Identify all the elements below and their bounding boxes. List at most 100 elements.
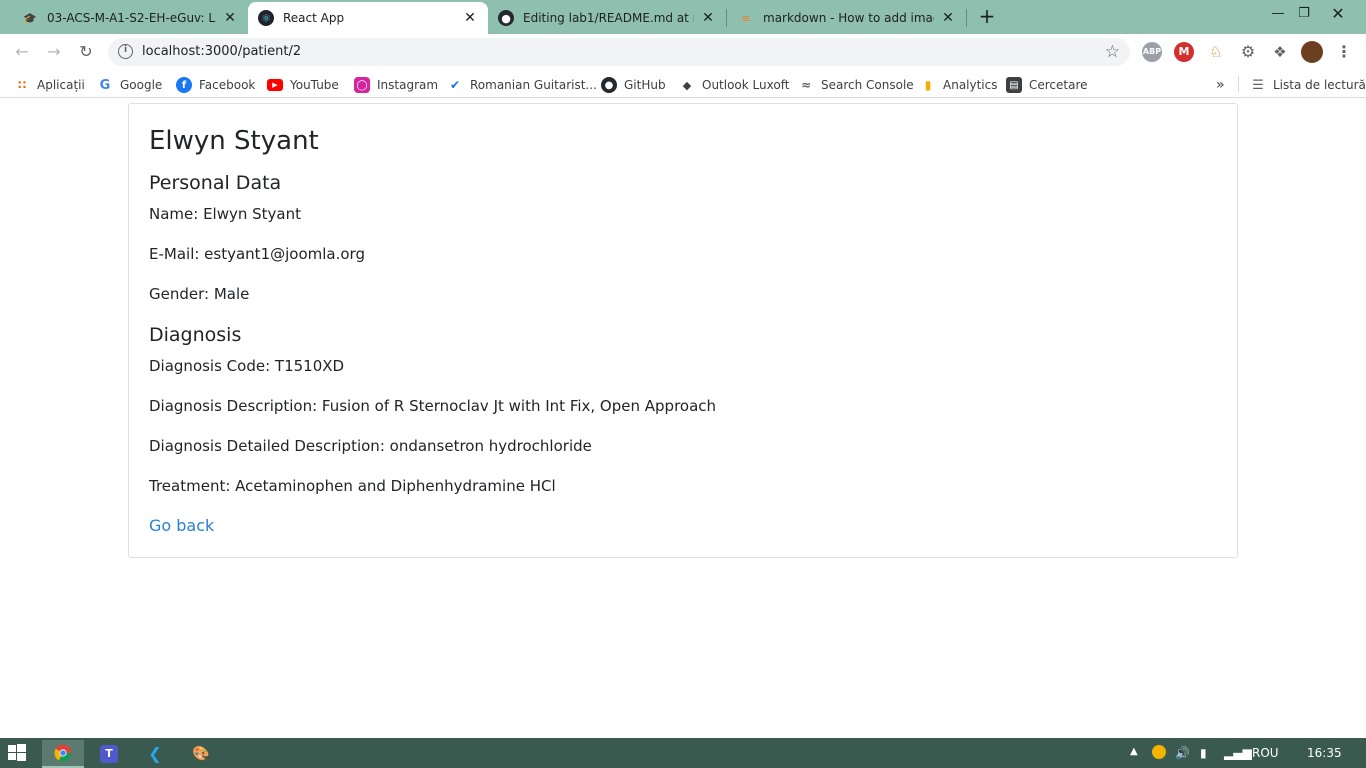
bookmark-apps[interactable]: ∷ Aplicații	[14, 76, 85, 94]
address-bar[interactable]: i localhost:3000/patient/2 ☆	[108, 38, 1130, 66]
tab-title: markdown - How to add images	[763, 11, 934, 25]
back-arrow-icon[interactable]: ←	[10, 40, 34, 64]
taskbar-paint[interactable]: 🎨	[180, 740, 222, 768]
diagnosis-detailed-field: Diagnosis Detailed Description: ondanset…	[149, 437, 592, 455]
volume-icon[interactable]: 🔊	[1175, 746, 1190, 760]
bookmark-cercetare[interactable]: ▤ Cercetare	[1006, 76, 1088, 94]
taskbar-teams[interactable]: T	[88, 740, 130, 768]
url-text[interactable]: localhost:3000/patient/2	[142, 44, 301, 59]
apps-grid-icon: ∷	[17, 78, 27, 92]
tab-title: 03-ACS-M-A1-S2-EH-eGuv: L2 -	[47, 11, 216, 25]
bookmarks-divider	[1238, 76, 1239, 92]
bookmark-search-console[interactable]: ≈ Search Console	[798, 76, 914, 94]
close-icon[interactable]: ✕	[940, 10, 956, 26]
tab-strip: 🎓 03-ACS-M-A1-S2-EH-eGuv: L2 - ✕ ⚛ React…	[0, 0, 1366, 34]
tab-separator	[966, 9, 967, 27]
facebook-icon: f	[176, 77, 192, 93]
bookmark-label: Facebook	[199, 78, 256, 92]
wifi-signal-icon[interactable]: ▂▄▆	[1224, 746, 1252, 760]
bookmark-label: Romanian Guitarist...	[470, 78, 597, 92]
bookmark-instagram[interactable]: ◯ Instagram	[354, 76, 438, 94]
patient-name-field: Name: Elwyn Styant	[149, 205, 301, 223]
close-icon[interactable]: ✕	[222, 10, 238, 26]
bookmark-label: Google	[120, 78, 163, 92]
profile-avatar[interactable]	[1301, 41, 1323, 63]
bookmark-label: Cercetare	[1029, 78, 1088, 92]
bookmark-label: Instagram	[377, 78, 439, 92]
chrome-icon	[54, 744, 72, 762]
bookmark-github[interactable]: ● GitHub	[601, 76, 666, 94]
tab-react-app[interactable]: ⚛ React App ✕	[248, 2, 488, 34]
teams-icon: T	[100, 745, 118, 763]
bookmark-facebook[interactable]: f Facebook	[176, 76, 255, 94]
diagnosis-heading: Diagnosis	[149, 324, 242, 346]
instagram-icon: ◯	[354, 77, 370, 93]
forward-arrow-icon[interactable]: →	[42, 40, 66, 64]
tab-title: Editing lab1/README.md at main	[523, 11, 694, 25]
bookmark-youtube[interactable]: ▶ YouTube	[267, 76, 339, 94]
browser-toolbar: ← → ↻ i localhost:3000/patient/2 ☆ ABP M…	[0, 34, 1366, 70]
tab-github-editing[interactable]: ● Editing lab1/README.md at main ✕	[488, 2, 726, 34]
treatment-field: Treatment: Acetaminophen and Diphenhydra…	[149, 477, 556, 495]
site-info-icon[interactable]: i	[118, 44, 133, 59]
language-indicator[interactable]: ROU	[1252, 746, 1279, 760]
reading-list-label: Lista de lectură	[1273, 78, 1366, 92]
show-hidden-icons-icon[interactable]: ▲	[1130, 746, 1138, 757]
extensions-puzzle-icon[interactable]: ❖	[1270, 42, 1290, 62]
windows-start-icon[interactable]	[8, 744, 26, 762]
analytics-icon: ▮	[924, 78, 932, 92]
reading-list-icon: ☰	[1252, 77, 1264, 93]
bookmark-romanian-guitarist[interactable]: ✔ Romanian Guitarist...	[447, 76, 597, 94]
windows-taskbar: T ❮ 🎨 ▲ 🔊 ▮ ▂▄▆ ROU 16:35	[0, 738, 1366, 768]
vscode-icon: ❮	[148, 744, 162, 763]
patient-email-field: E-Mail: estyant1@joomla.org	[149, 245, 365, 263]
google-icon: G	[99, 77, 111, 93]
menu-kebab-icon[interactable]: ⋮	[1334, 42, 1354, 62]
bookmark-label: YouTube	[290, 78, 339, 92]
battery-icon[interactable]: ▮	[1200, 746, 1207, 760]
patient-card: Elwyn Styant Personal Data Name: Elwyn S…	[128, 103, 1238, 558]
bookmark-label: Aplicații	[37, 78, 85, 92]
bookmarks-overflow-button[interactable]: »	[1216, 76, 1225, 94]
settings-extension-icon[interactable]: ⚙	[1238, 42, 1258, 62]
mega-extension-icon[interactable]: M	[1174, 42, 1194, 62]
close-icon[interactable]: ✕	[700, 10, 716, 26]
bookmark-analytics[interactable]: ▮ Analytics	[920, 76, 998, 94]
trello-icon: ▤	[1006, 77, 1022, 93]
go-back-link[interactable]: Go back	[149, 516, 214, 535]
taskbar-vscode[interactable]: ❮	[134, 740, 176, 768]
tab-separator	[726, 9, 727, 27]
bookmarks-bar: ∷ Aplicații G Google f Facebook ▶ YouTub…	[0, 70, 1366, 98]
personal-data-heading: Personal Data	[149, 172, 282, 194]
graduation-cap-icon: 🎓	[23, 11, 37, 25]
tab-stackoverflow[interactable]: ≡ markdown - How to add images ✕	[728, 2, 966, 34]
window-close-button[interactable]: ✕	[1320, 0, 1356, 30]
patient-name-title: Elwyn Styant	[149, 126, 319, 156]
youtube-icon: ▶	[267, 79, 283, 91]
outlook-icon: ◆	[682, 78, 692, 92]
clock[interactable]: 16:35	[1307, 746, 1342, 760]
taskbar-chrome[interactable]	[42, 740, 84, 768]
reload-icon[interactable]: ↻	[74, 40, 98, 64]
tab-title: React App	[283, 11, 345, 25]
tab-egov[interactable]: 🎓 03-ACS-M-A1-S2-EH-eGuv: L2 - ✕	[12, 2, 248, 34]
bookmark-star-icon[interactable]: ☆	[1105, 42, 1120, 62]
guitarist-icon: ✔	[449, 78, 461, 92]
github-icon: ●	[601, 77, 617, 93]
react-icon: ⚛	[258, 10, 274, 26]
reading-list-button[interactable]: ☰ Lista de lectură	[1250, 76, 1366, 94]
network-status-icon[interactable]	[1152, 745, 1166, 759]
honey-extension-icon[interactable]: ♘	[1206, 42, 1226, 62]
bookmark-label: Search Console	[821, 78, 914, 92]
bookmark-label: Analytics	[943, 78, 998, 92]
stackoverflow-icon: ≡	[741, 11, 751, 25]
restore-button[interactable]: ❐	[1286, 0, 1322, 30]
new-tab-button[interactable]: +	[976, 5, 998, 27]
close-icon[interactable]: ✕	[462, 10, 478, 26]
bookmark-label: GitHub	[624, 78, 666, 92]
bookmark-outlook-luxoft[interactable]: ◆ Outlook Luxoft	[679, 76, 790, 94]
diagnosis-description-field: Diagnosis Description: Fusion of R Stern…	[149, 397, 717, 415]
adblock-icon[interactable]: ABP	[1142, 42, 1162, 62]
github-icon: ●	[498, 10, 514, 26]
bookmark-google[interactable]: G Google	[97, 76, 163, 94]
